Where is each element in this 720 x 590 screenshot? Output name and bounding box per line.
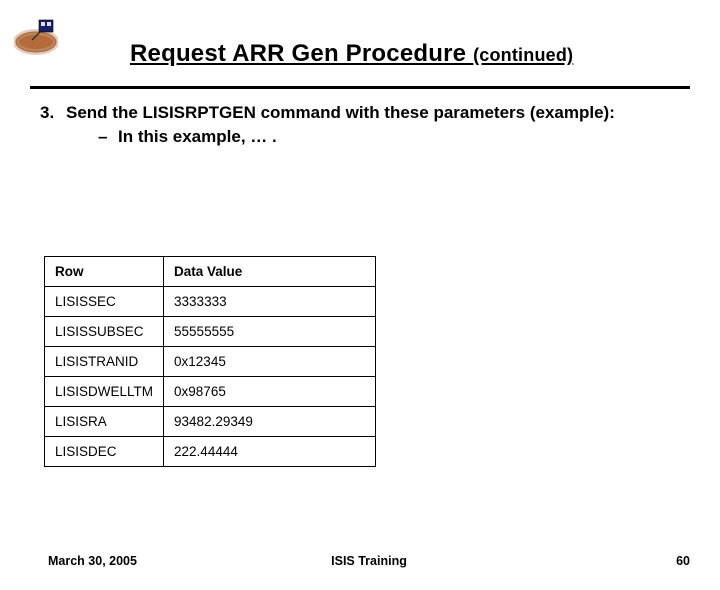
table-row: LISISDEC 222.44444 [45,437,376,467]
table-header-row-label: Row [45,257,164,287]
table-cell-value: 0x98765 [164,377,376,407]
list-subitem-dash: – [98,127,118,147]
table-cell-row: LISISSUBSEC [45,317,164,347]
title-main: Request ARR Gen Procedure [130,40,473,67]
table-cell-value: 222.44444 [164,437,376,467]
table-cell-value: 93482.29349 [164,407,376,437]
list-subitem: –In this example, … . [98,127,680,147]
list-item-3: 3.Send the LISISRPTGEN command with thes… [40,102,680,123]
table-row: LISISDWELLTM 0x98765 [45,377,376,407]
table-header-value-label: Data Value [164,257,376,287]
table-row: LISISSUBSEC 55555555 [45,317,376,347]
table-row: LISISRA 93482.29349 [45,407,376,437]
list-marker: 3. [40,102,66,123]
slide: Request ARR Gen Procedure (continued) 3.… [0,0,720,590]
table-cell-value: 0x12345 [164,347,376,377]
parameters-table: Row Data Value LISISSEC 3333333 LISISSUB… [44,256,376,467]
table-row: LISISTRANID 0x12345 [45,347,376,377]
list-subitem-text: In this example, … . [118,127,277,146]
table-row: LISISSEC 3333333 [45,287,376,317]
footer-page-number: 60 [676,554,690,568]
logo-icon [14,18,58,58]
table-cell-row: LISISDWELLTM [45,377,164,407]
table-cell-value: 3333333 [164,287,376,317]
title-text: Request ARR Gen Procedure (continued) [130,40,573,67]
footer-center: ISIS Training [48,554,690,568]
table-cell-row: LISISTRANID [45,347,164,377]
table-cell-value: 55555555 [164,317,376,347]
list-text: Send the LISISRPTGEN command with these … [66,102,646,123]
table-header-row: Row Data Value [45,257,376,287]
title-continued: (continued) [473,45,573,65]
slide-title: Request ARR Gen Procedure (continued) [130,40,660,68]
title-underline [30,86,690,89]
content-body: 3.Send the LISISRPTGEN command with thes… [40,102,680,147]
table-cell-row: LISISDEC [45,437,164,467]
table-cell-row: LISISSEC [45,287,164,317]
table-cell-row: LISISRA [45,407,164,437]
